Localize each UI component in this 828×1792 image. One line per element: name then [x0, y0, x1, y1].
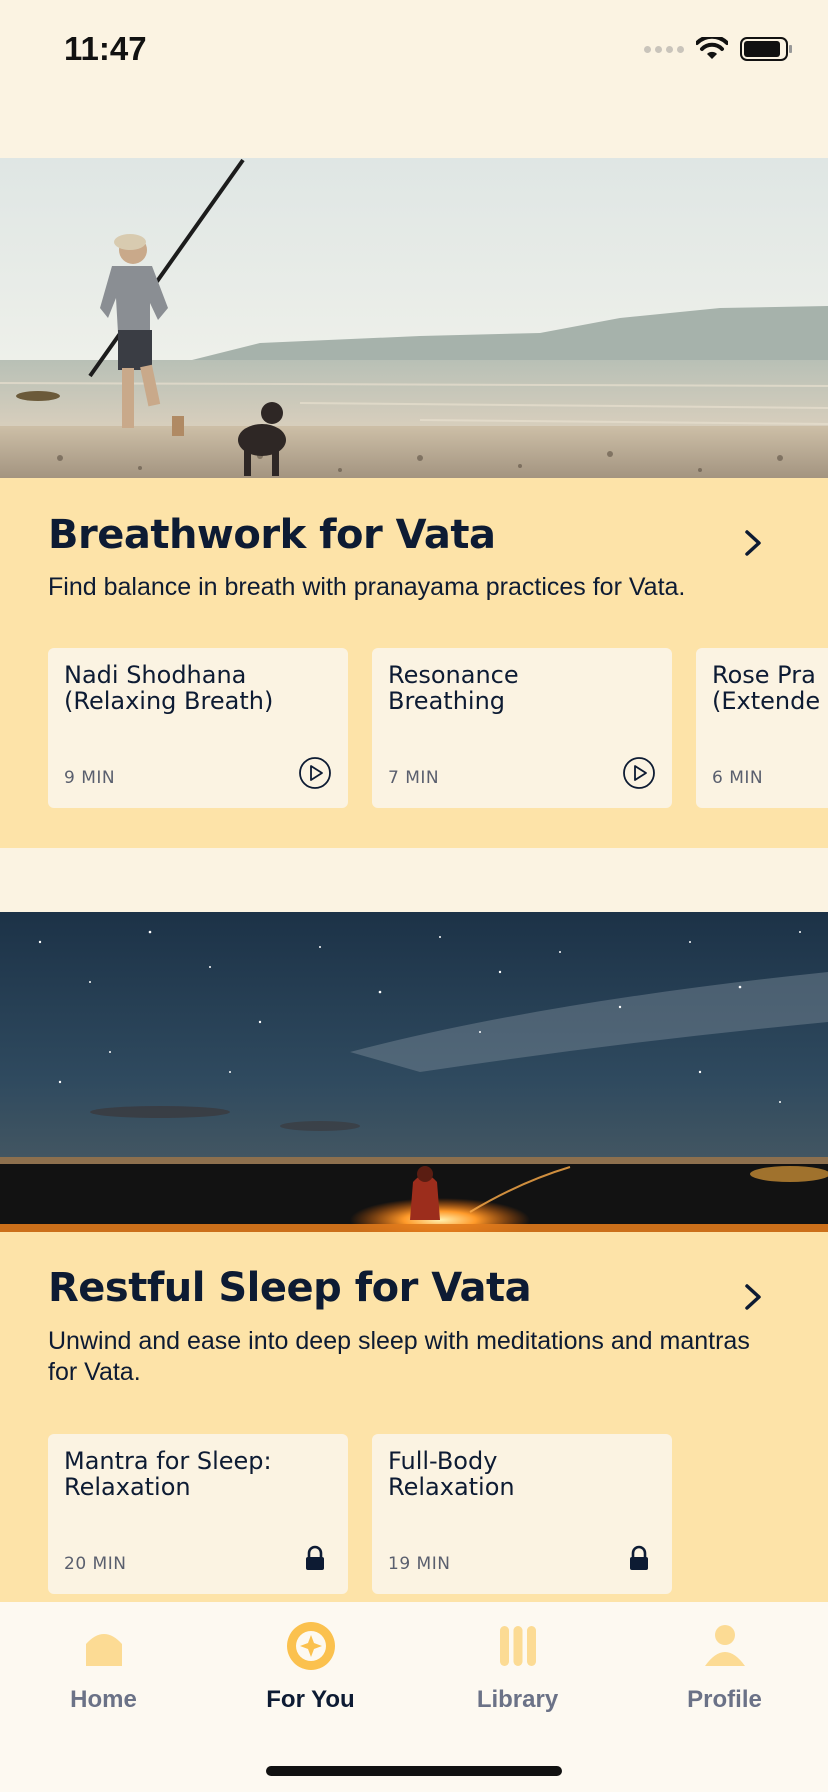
- section-title[interactable]: Restful Sleep for Vata: [48, 1265, 532, 1311]
- tab-bar: Home For You Library Profile: [0, 1602, 828, 1792]
- card-title: Nadi Shodhana (Relaxing Breath): [64, 661, 274, 715]
- card-title: Full-Body Relaxation: [388, 1447, 515, 1501]
- tab-label: For You: [266, 1686, 355, 1713]
- tab-label: Profile: [687, 1686, 762, 1713]
- card-duration: 7 MIN: [388, 768, 440, 788]
- status-time: 11:47: [64, 30, 147, 67]
- card-duration: 20 MIN: [64, 1554, 127, 1574]
- card-title: Resonance Breathing: [388, 661, 519, 715]
- home-indicator[interactable]: [266, 1766, 562, 1776]
- status-icons: [644, 36, 794, 62]
- wifi-icon: [696, 37, 728, 59]
- sleep-hero-image[interactable]: [0, 912, 828, 1232]
- library-icon: [499, 1626, 536, 1666]
- section-description: Find balance in breath with pranayama pr…: [48, 573, 686, 601]
- home-icon: [85, 1634, 122, 1666]
- card-duration: 9 MIN: [64, 768, 116, 788]
- play-icon[interactable]: [622, 756, 656, 790]
- chevron-right-icon[interactable]: [738, 1282, 768, 1312]
- card-title: Mantra for Sleep: Relaxation: [64, 1447, 272, 1501]
- cellular-signal-icon: [644, 45, 684, 53]
- compass-icon: [286, 1622, 335, 1670]
- card-duration: 19 MIN: [388, 1554, 451, 1574]
- section-title[interactable]: Breathwork for Vata: [48, 512, 496, 558]
- lock-icon: [306, 1545, 324, 1570]
- chevron-right-icon[interactable]: [738, 528, 768, 558]
- card-duration: 6 MIN: [712, 768, 764, 788]
- session-card[interactable]: Nadi Shodhana (Relaxing Breath) 9 MIN: [48, 648, 348, 808]
- tab-home[interactable]: Home: [0, 1620, 207, 1730]
- tab-library[interactable]: Library: [414, 1620, 621, 1730]
- beach-fishing-image: [0, 158, 828, 478]
- tab-profile[interactable]: Profile: [621, 1620, 828, 1730]
- session-card[interactable]: Rose Pra (Extende 6 MIN: [696, 648, 828, 808]
- profile-icon: [704, 1625, 745, 1666]
- play-icon[interactable]: [298, 756, 332, 790]
- battery-icon: [740, 37, 792, 61]
- tab-label: Home: [70, 1686, 137, 1713]
- tab-for-you[interactable]: For You: [207, 1620, 414, 1730]
- breathwork-hero-image[interactable]: [0, 158, 828, 478]
- card-title: Rose Pra (Extende: [712, 661, 821, 715]
- section-description: Unwind and ease into deep sleep with med…: [48, 1327, 750, 1386]
- lock-icon: [630, 1545, 648, 1570]
- session-card[interactable]: Full-Body Relaxation 19 MIN: [372, 1434, 672, 1594]
- session-card[interactable]: Resonance Breathing 7 MIN: [372, 648, 672, 808]
- status-bar: 11:47: [0, 0, 828, 100]
- tab-label: Library: [476, 1686, 559, 1713]
- night-campfire-image: [0, 912, 828, 1232]
- session-card[interactable]: Mantra for Sleep: Relaxation 20 MIN: [48, 1434, 348, 1594]
